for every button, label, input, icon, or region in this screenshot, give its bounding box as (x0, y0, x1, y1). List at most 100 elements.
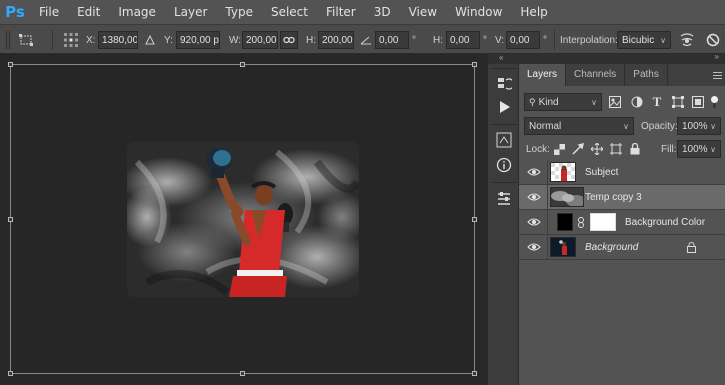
transform-tool-icon[interactable] (17, 25, 35, 55)
search-icon: ⚲ (529, 96, 536, 107)
reference-point-icon[interactable] (62, 25, 80, 55)
tab-layers[interactable]: Layers (519, 64, 567, 86)
tab-channels[interactable]: Channels (566, 64, 626, 86)
menu-window[interactable]: Window (446, 0, 511, 24)
lock-image-icon[interactable] (570, 141, 586, 157)
rotate-angle-field[interactable]: 0,00 (375, 31, 409, 49)
angle-icon (359, 25, 373, 55)
menu-3d[interactable]: 3D (365, 0, 400, 24)
hskew-unit: ° (483, 34, 487, 46)
height-field[interactable]: 200,00% (318, 31, 354, 49)
y-label: Y: (164, 34, 173, 46)
info-icon[interactable] (494, 155, 514, 175)
layer-name[interactable]: Background (585, 235, 638, 260)
transform-handle-l[interactable] (8, 217, 13, 222)
tab-paths[interactable]: Paths (625, 64, 668, 86)
photoshop-logo[interactable]: Ps (0, 0, 30, 24)
canvas-area[interactable] (0, 54, 487, 385)
angle-unit: ° (412, 34, 416, 46)
cancel-transform-icon[interactable] (704, 25, 722, 55)
transform-handle-bl[interactable] (8, 371, 13, 376)
layer-row-background-color[interactable]: Background Color (519, 210, 725, 235)
filter-shape-icon[interactable] (670, 94, 686, 110)
filter-toggle[interactable] (711, 96, 719, 108)
filter-smart-object-icon[interactable] (690, 94, 706, 110)
opacity-value: 100% (682, 120, 708, 132)
lock-position-icon[interactable] (589, 141, 605, 157)
filter-type-icon[interactable]: T (649, 94, 665, 110)
options-grip (6, 25, 16, 55)
visibility-eye-icon[interactable] (527, 192, 541, 202)
relative-position-icon[interactable] (143, 25, 157, 55)
transform-handle-t[interactable] (240, 62, 245, 67)
interpolation-value: Bicubic (622, 34, 655, 46)
height-label: H: (306, 34, 316, 46)
menu-file[interactable]: File (30, 0, 68, 24)
layer-row-background[interactable]: Background (519, 235, 725, 260)
visibility-eye-icon[interactable] (527, 242, 541, 252)
visibility-eye-icon[interactable] (527, 167, 541, 177)
fill-value: 100% (682, 143, 708, 155)
layers-list: Subject Temp copy 3 Background Color Bac (519, 160, 725, 385)
menu-image[interactable]: Image (109, 0, 165, 24)
panel-menu-icon[interactable] (709, 64, 725, 86)
layer-row-subject[interactable]: Subject (519, 160, 725, 185)
width-label: W: (229, 34, 242, 46)
vertical-skew-field[interactable]: 0,00 (506, 31, 540, 49)
layer-thumbnail (550, 162, 576, 182)
transform-handle-b[interactable] (240, 371, 245, 376)
play-actions-icon[interactable] (494, 97, 514, 117)
x-position-field[interactable]: 1380,00 px (98, 31, 138, 49)
menu-filter[interactable]: Filter (317, 0, 365, 24)
filter-pixel-icon[interactable] (607, 94, 623, 110)
adjustments-icon[interactable] (494, 130, 514, 150)
blend-mode-select[interactable]: Normal ∨ (524, 117, 634, 135)
chain-link-icon[interactable] (578, 217, 584, 228)
transform-handle-tr[interactable] (472, 62, 477, 67)
menu-view[interactable]: View (400, 0, 446, 24)
menu-select[interactable]: Select (262, 0, 317, 24)
menu-type[interactable]: Type (216, 0, 262, 24)
layer-thumbnail (550, 187, 584, 207)
filter-adjustment-icon[interactable] (629, 94, 645, 110)
collapse-panel-icon[interactable]: » (715, 52, 719, 61)
visibility-eye-icon[interactable] (527, 217, 541, 227)
panel-dock: « (487, 53, 520, 385)
lock-all-icon[interactable] (627, 141, 643, 157)
document-canvas[interactable] (8, 62, 477, 376)
fill-field[interactable]: 100% ∨ (677, 140, 721, 158)
dock-header: « (488, 53, 520, 64)
lock-icon (687, 242, 696, 253)
transform-handle-r[interactable] (472, 217, 477, 222)
transform-handle-br[interactable] (472, 371, 477, 376)
layer-mask-thumbnail[interactable] (590, 213, 616, 231)
layer-name[interactable]: Temp copy 3 (585, 185, 642, 210)
menu-layer[interactable]: Layer (165, 0, 216, 24)
hskew-label: H: (433, 34, 443, 46)
link-icon[interactable] (280, 31, 298, 49)
width-field[interactable]: 200,00% (242, 31, 278, 49)
vskew-label: V: (495, 34, 505, 46)
layer-name[interactable]: Subject (585, 160, 618, 185)
collapse-icon[interactable]: « (499, 53, 503, 62)
history-icon[interactable] (494, 74, 514, 94)
fill-color-thumbnail[interactable] (557, 213, 573, 231)
menu-help[interactable]: Help (511, 0, 556, 24)
menu-edit[interactable]: Edit (68, 0, 109, 24)
warp-mode-icon[interactable] (677, 25, 697, 55)
y-position-field[interactable]: 920,00 px (176, 31, 220, 49)
interpolation-select[interactable]: Bicubic ∨ (617, 31, 671, 49)
opacity-field[interactable]: 100% ∨ (677, 117, 721, 135)
layer-row-temp-copy-3[interactable]: Temp copy 3 (519, 185, 725, 210)
chevron-down-icon: ∨ (660, 35, 666, 45)
lock-transparent-icon[interactable] (551, 141, 567, 157)
properties-icon[interactable] (494, 189, 514, 209)
lock-artboard-icon[interactable] (608, 141, 624, 157)
horizontal-skew-field[interactable]: 0,00 (446, 31, 480, 49)
transform-handle-tl[interactable] (8, 62, 13, 67)
fill-label: Fill: (661, 143, 677, 155)
filter-kind-select[interactable]: ⚲ Kind ∨ (524, 93, 602, 111)
chevron-down-icon: ∨ (623, 121, 629, 131)
panel-header: » (519, 52, 725, 64)
layer-name[interactable]: Background Color (625, 210, 705, 235)
